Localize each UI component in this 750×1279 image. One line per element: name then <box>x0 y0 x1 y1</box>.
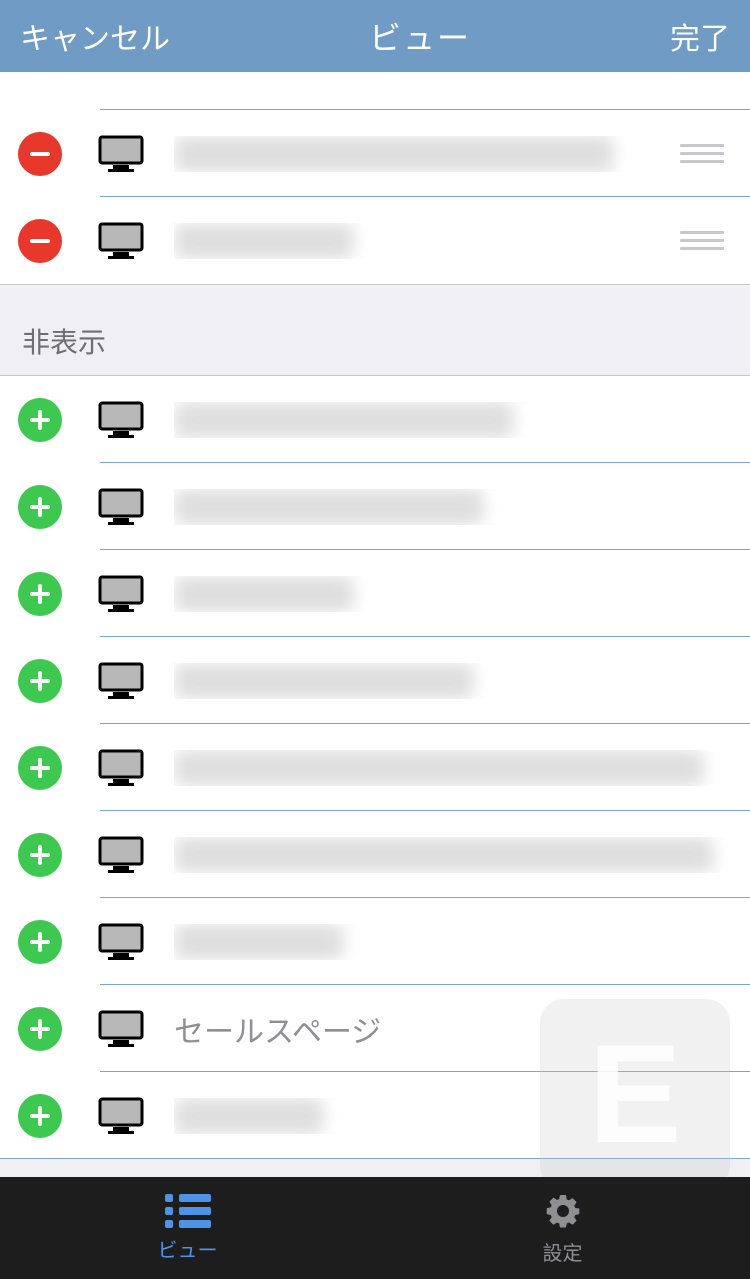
monitor-icon <box>98 575 144 613</box>
tab-bar: ビュー 設定 <box>0 1177 750 1279</box>
add-icon[interactable] <box>18 920 62 964</box>
monitor-icon <box>98 488 144 526</box>
monitor-icon <box>98 923 144 961</box>
remove-icon[interactable] <box>18 219 62 263</box>
monitor-icon <box>98 836 144 874</box>
row-label <box>174 576 750 612</box>
hidden-row[interactable] <box>0 1072 750 1159</box>
list-icon <box>165 1194 211 1228</box>
hidden-row[interactable] <box>0 376 750 463</box>
tab-label: ビュー <box>158 1234 218 1263</box>
visible-row[interactable] <box>0 110 750 197</box>
add-icon[interactable] <box>18 1094 62 1138</box>
add-icon[interactable] <box>18 833 62 877</box>
monitor-icon <box>98 135 144 173</box>
hidden-row[interactable] <box>0 811 750 898</box>
drag-handle-icon[interactable] <box>680 144 724 163</box>
row-label <box>174 837 750 873</box>
monitor-icon <box>98 1097 144 1135</box>
drag-handle-icon[interactable] <box>680 231 724 250</box>
add-icon[interactable] <box>18 1007 62 1051</box>
row-label <box>174 750 750 786</box>
hidden-section-header: 非表示 <box>0 294 750 376</box>
monitor-icon <box>98 401 144 439</box>
tab-view[interactable]: ビュー <box>0 1177 375 1279</box>
row-label <box>174 402 750 438</box>
header-bar: キャンセル ビュー 完了 <box>0 0 750 72</box>
monitor-icon <box>98 749 144 787</box>
row-label: セールスページ <box>174 1007 750 1051</box>
add-icon[interactable] <box>18 398 62 442</box>
hidden-row[interactable] <box>0 637 750 724</box>
row-label <box>174 489 750 525</box>
tab-settings[interactable]: 設定 <box>375 1177 750 1279</box>
visible-section <box>0 110 750 284</box>
hidden-row[interactable] <box>0 898 750 985</box>
row-label <box>174 136 680 172</box>
monitor-icon <box>98 1010 144 1048</box>
row-label <box>174 223 680 259</box>
add-icon[interactable] <box>18 485 62 529</box>
visible-row-partial[interactable] <box>0 72 750 110</box>
hidden-row[interactable] <box>0 463 750 550</box>
hidden-row[interactable] <box>0 550 750 637</box>
row-label <box>174 924 750 960</box>
row-label <box>174 1098 750 1134</box>
visible-row[interactable] <box>0 197 750 284</box>
monitor-icon <box>98 662 144 700</box>
gear-icon <box>543 1191 583 1231</box>
add-icon[interactable] <box>18 572 62 616</box>
cancel-button[interactable]: キャンセル <box>20 14 170 58</box>
row-label <box>174 663 750 699</box>
header-title: ビュー <box>369 13 471 59</box>
add-icon[interactable] <box>18 746 62 790</box>
done-button[interactable]: 完了 <box>670 14 730 58</box>
add-icon[interactable] <box>18 659 62 703</box>
hidden-section: セールスページ <box>0 376 750 1159</box>
hidden-row[interactable]: セールスページ <box>0 985 750 1072</box>
remove-icon[interactable] <box>18 132 62 176</box>
tab-label: 設定 <box>543 1237 583 1266</box>
monitor-icon <box>98 222 144 260</box>
hidden-row[interactable] <box>0 724 750 811</box>
